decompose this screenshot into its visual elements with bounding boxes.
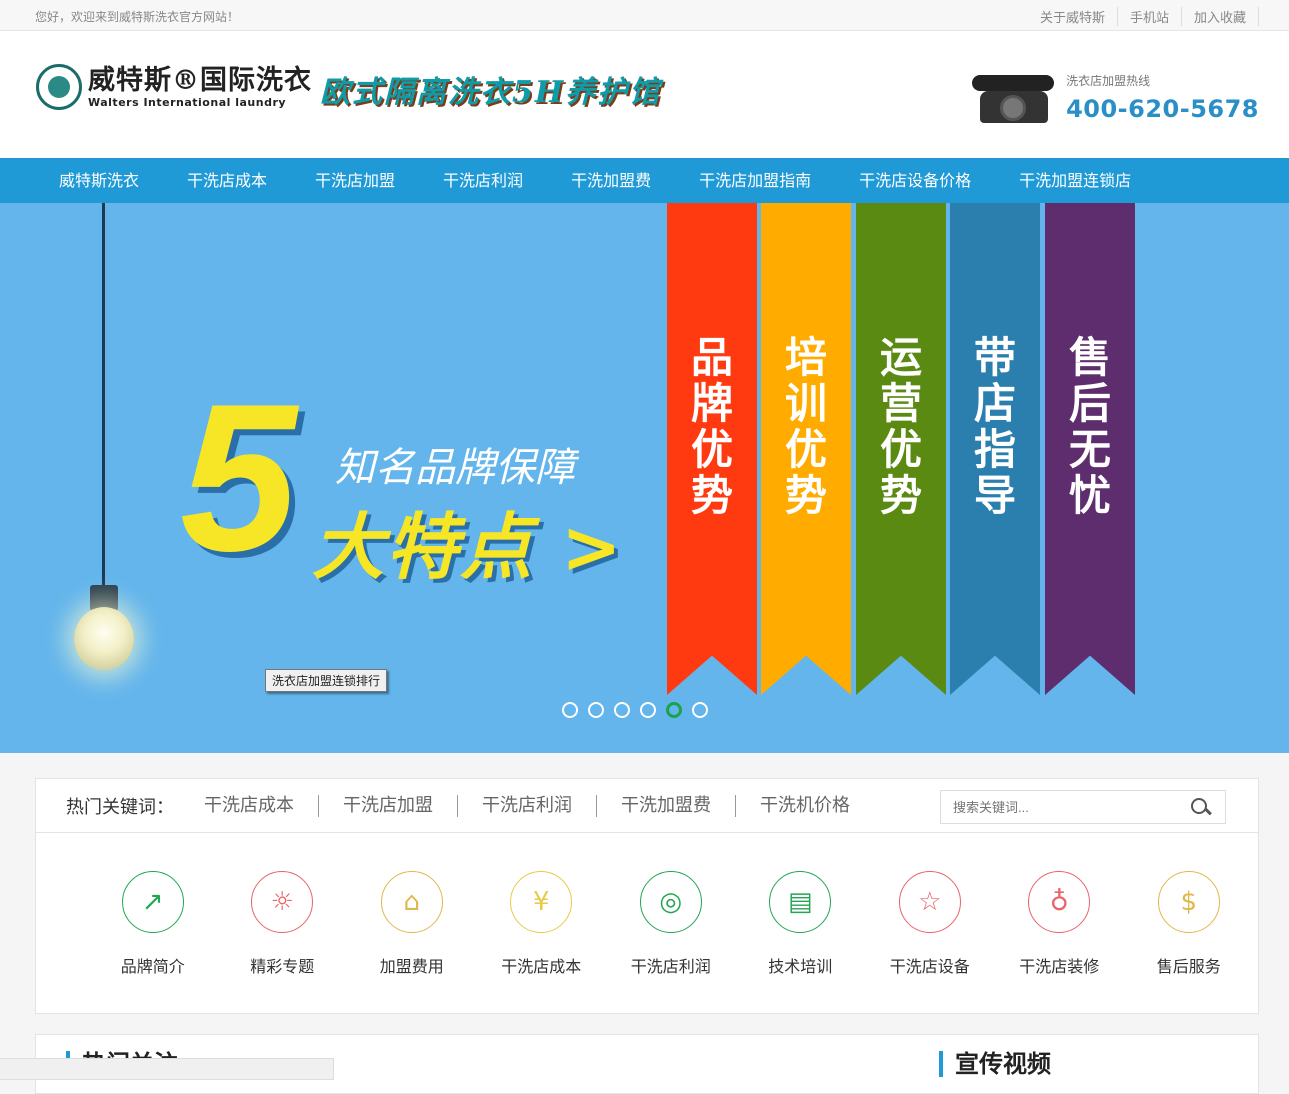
search-icon[interactable]: [1191, 798, 1213, 820]
hot-keywords-bar: 热门关键词： 干洗店成本 干洗店加盟 干洗店利润 干洗加盟费 干洗机价格: [36, 779, 1258, 833]
banner-big-number: 5: [180, 360, 297, 595]
banner-tooltip: 洗衣店加盟连锁排行: [265, 669, 388, 692]
quick-link-item[interactable]: ↗ 品牌简介: [88, 871, 218, 977]
keyword-link[interactable]: 干洗店利润: [457, 794, 596, 817]
hero-banner[interactable]: 5 知名品牌保障 大特点 > 品牌优势 培训优势 运营优势 带店指导 售后无忧 …: [0, 203, 1289, 753]
lightbulb-icon: [74, 607, 134, 671]
slider-dots: [562, 702, 718, 718]
ribbon-label: 培训优势: [784, 333, 827, 520]
logo-emblem-icon: [36, 64, 82, 110]
section-title-video: 宣传视频: [939, 1051, 1051, 1077]
hotline-number: 400-620-5678: [1066, 94, 1259, 123]
keyword-link[interactable]: 干洗店成本: [186, 795, 318, 817]
logo-english-name: Walters International laundry: [88, 95, 287, 109]
quick-link-label: 干洗店设备: [889, 957, 970, 976]
ribbon-guidance: 带店指导: [950, 203, 1040, 695]
quick-links: ↗ 品牌简介 ☼ 精彩专题 ⌂ 加盟费用 ¥ 干洗店成本 ◎ 干洗店利润 ▤ 技术培训 ☆ 干洗店设备 ♁ 干…: [36, 871, 1258, 977]
nav-item-profit[interactable]: 干洗店利润: [419, 158, 547, 203]
main-nav: 威特斯洗衣 干洗店成本 干洗店加盟 干洗店利润 干洗加盟费 干洗店加盟指南 干洗…: [0, 158, 1289, 203]
mobile-site-link[interactable]: 手机站: [1116, 7, 1181, 26]
quick-link-label: 售后服务: [1156, 957, 1221, 976]
hot-keywords-label: 热门关键词：: [66, 796, 174, 818]
dollar-head-icon: $: [1157, 871, 1220, 933]
star-icon: ☆: [898, 871, 961, 933]
search-box: [940, 790, 1226, 824]
top-links: 关于威特斯 手机站 加入收藏: [1028, 7, 1259, 26]
horizontal-scrollbar[interactable]: [0, 1058, 334, 1080]
quick-link-item[interactable]: ⌂ 加盟费用: [347, 871, 477, 977]
ribbon-aftersales: 售后无忧: [1045, 203, 1135, 695]
quick-link-label: 干洗店利润: [630, 957, 711, 976]
nav-item-franchise[interactable]: 干洗店加盟: [291, 158, 419, 203]
shirt-icon: ♁: [1028, 871, 1091, 933]
coins-icon: ◎: [639, 871, 702, 933]
quick-link-item[interactable]: ♁ 干洗店装修: [995, 871, 1125, 977]
slider-dot[interactable]: [666, 702, 682, 718]
nav-item-fee[interactable]: 干洗加盟费: [547, 158, 675, 203]
top-bar: 您好，欢迎来到威特斯洗衣官方网站！ 关于威特斯 手机站 加入收藏: [0, 0, 1289, 31]
lightbulb-icon: ☼: [251, 871, 314, 933]
header-slogan: 欧式隔离洗衣5H养护馆: [320, 75, 662, 110]
quick-link-label: 品牌简介: [120, 957, 185, 976]
store-icon: ⌂: [380, 871, 443, 933]
nav-item-cost[interactable]: 干洗店成本: [163, 158, 291, 203]
quick-link-label: 加盟费用: [379, 957, 444, 976]
quick-link-item[interactable]: ◎ 干洗店利润: [606, 871, 736, 977]
ribbon-label: 售后无忧: [1068, 333, 1111, 520]
keyword-panel: 热门关键词： 干洗店成本 干洗店加盟 干洗店利润 干洗加盟费 干洗机价格 ↗ 品牌…: [35, 778, 1259, 1014]
keyword-link[interactable]: 干洗加盟费: [596, 794, 735, 817]
ribbon-operation: 运营优势: [856, 203, 946, 695]
about-link[interactable]: 关于威特斯: [1028, 7, 1117, 26]
quick-link-item[interactable]: ☼ 精彩专题: [218, 871, 348, 977]
ribbon-label: 品牌优势: [690, 333, 733, 520]
slider-dot[interactable]: [692, 702, 708, 718]
quick-link-label: 干洗店装修: [1019, 957, 1100, 976]
nav-item-chain[interactable]: 干洗加盟连锁店: [995, 158, 1155, 203]
hotline-label: 洗衣店加盟热线: [1066, 73, 1151, 88]
lamp-wire: [102, 203, 105, 588]
quick-link-label: 技术培训: [768, 957, 833, 976]
quick-link-label: 精彩专题: [250, 957, 315, 976]
banner-headline: 大特点 >: [312, 505, 624, 589]
bookmark-link[interactable]: 加入收藏: [1180, 7, 1259, 26]
welcome-text: 您好，欢迎来到威特斯洗衣官方网站！: [35, 10, 240, 24]
keyword-link[interactable]: 干洗机价格: [735, 794, 874, 817]
search-input[interactable]: [941, 791, 1181, 823]
hotline: 洗衣店加盟热线 400-620-5678: [972, 69, 1259, 125]
banner-subtitle: 知名品牌保障: [335, 445, 575, 491]
slider-dot[interactable]: [640, 702, 656, 718]
book-icon: ▤: [769, 871, 832, 933]
nav-item-equipment-price[interactable]: 干洗店设备价格: [835, 158, 995, 203]
nav-item-guide[interactable]: 干洗店加盟指南: [675, 158, 835, 203]
ribbon-label: 带店指导: [973, 333, 1016, 520]
ribbon-training: 培训优势: [761, 203, 851, 695]
header: 威特斯®国际洗衣 Walters International laundry 欧…: [0, 31, 1289, 158]
quick-link-item[interactable]: $ 售后服务: [1124, 871, 1254, 977]
quick-link-item[interactable]: ☆ 干洗店设备: [865, 871, 995, 977]
nav-item-home[interactable]: 威特斯洗衣: [35, 158, 163, 203]
telephone-icon: [972, 69, 1055, 125]
slider-dot[interactable]: [562, 702, 578, 718]
site-logo[interactable]: 威特斯®国际洗衣 Walters International laundry: [36, 64, 312, 110]
keyword-link[interactable]: 干洗店加盟: [318, 794, 457, 817]
quick-link-label: 干洗店成本: [501, 957, 582, 976]
logo-chinese-name: 威特斯®国际洗衣: [88, 64, 312, 96]
chart-trend-icon: ↗: [121, 871, 184, 933]
quick-link-item[interactable]: ¥ 干洗店成本: [477, 871, 607, 977]
slider-dot[interactable]: [588, 702, 604, 718]
ribbon-brand: 品牌优势: [667, 203, 757, 695]
quick-link-item[interactable]: ▤ 技术培训: [736, 871, 866, 977]
slider-dot[interactable]: [614, 702, 630, 718]
yen-icon: ¥: [510, 871, 573, 933]
ribbon-label: 运营优势: [879, 333, 922, 520]
